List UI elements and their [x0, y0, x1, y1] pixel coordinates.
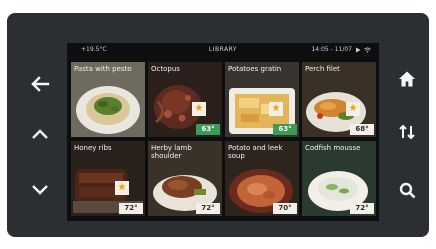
recipe-label: Codfish mousse — [305, 144, 361, 152]
sort-icon — [399, 124, 415, 140]
favorite-star-icon[interactable]: ★ — [115, 181, 129, 195]
recipe-label: Octopus — [151, 65, 180, 73]
core-temperature-badge: 63° — [273, 124, 297, 135]
core-temperature-badge: 72° — [350, 203, 374, 214]
recipe-grid: Pasta with pesto Octopus ★ 63° Potatoes … — [71, 62, 377, 217]
core-temperature-badge: 70° — [273, 203, 297, 214]
recipe-tile[interactable]: Honey ribs ★ 72° — [71, 141, 145, 216]
core-temperature-badge: 72° — [196, 203, 220, 214]
recipe-tile[interactable]: Pasta with pesto — [71, 62, 145, 137]
recipe-label: Pasta with pesto — [74, 65, 132, 73]
recipe-tile[interactable]: Codfish mousse 72° — [302, 141, 376, 216]
recipe-label: Perch filet — [305, 65, 340, 73]
home-button[interactable] — [393, 65, 421, 93]
search-button[interactable] — [393, 176, 421, 204]
chevron-down-icon — [32, 185, 48, 195]
recipe-label: Potato and leek soup — [228, 144, 283, 160]
recipe-tile[interactable]: Herby lamb shoulder 72° — [148, 141, 222, 216]
pasta-pesto-image — [71, 62, 145, 137]
favorite-star-icon[interactable]: ★ — [269, 102, 283, 116]
status-bar: +19.5°C LIBRARY 14:05 - 11/07 — [67, 43, 379, 57]
clock-date: 14:05 - 11/07 — [311, 46, 352, 53]
recipe-tile[interactable]: Potatoes gratin ★ 63° — [225, 62, 299, 137]
core-temperature-badge: 68° — [350, 124, 374, 135]
recipe-tile[interactable]: Potato and leek soup 70° — [225, 141, 299, 216]
home-icon — [399, 71, 415, 87]
play-icon — [356, 47, 361, 53]
back-button[interactable] — [26, 70, 54, 98]
favorite-star-icon[interactable]: ★ — [192, 102, 206, 116]
recipe-label: Honey ribs — [74, 144, 112, 152]
chevron-up-icon — [32, 129, 48, 139]
favorite-star-icon[interactable]: ★ — [346, 102, 360, 116]
core-temperature-badge: 72° — [119, 203, 143, 214]
core-temperature-badge: 63° — [196, 124, 220, 135]
scroll-up-button[interactable] — [26, 120, 54, 148]
recipe-label: Herby lamb shoulder — [151, 144, 192, 160]
oven-control-panel: +19.5°C LIBRARY 14:05 - 11/07 Pasta with… — [7, 13, 429, 237]
search-icon — [399, 182, 415, 198]
recipe-label: Potatoes gratin — [228, 65, 282, 73]
status-right: 14:05 - 11/07 — [311, 43, 371, 57]
wifi-icon — [364, 47, 371, 53]
scroll-down-button[interactable] — [26, 176, 54, 204]
recipe-tile[interactable]: Perch filet ★ 68° — [302, 62, 376, 137]
sort-button[interactable] — [393, 118, 421, 146]
display-screen: +19.5°C LIBRARY 14:05 - 11/07 Pasta with… — [67, 43, 379, 221]
back-arrow-icon — [31, 76, 50, 92]
recipe-tile[interactable]: Octopus ★ 63° — [148, 62, 222, 137]
